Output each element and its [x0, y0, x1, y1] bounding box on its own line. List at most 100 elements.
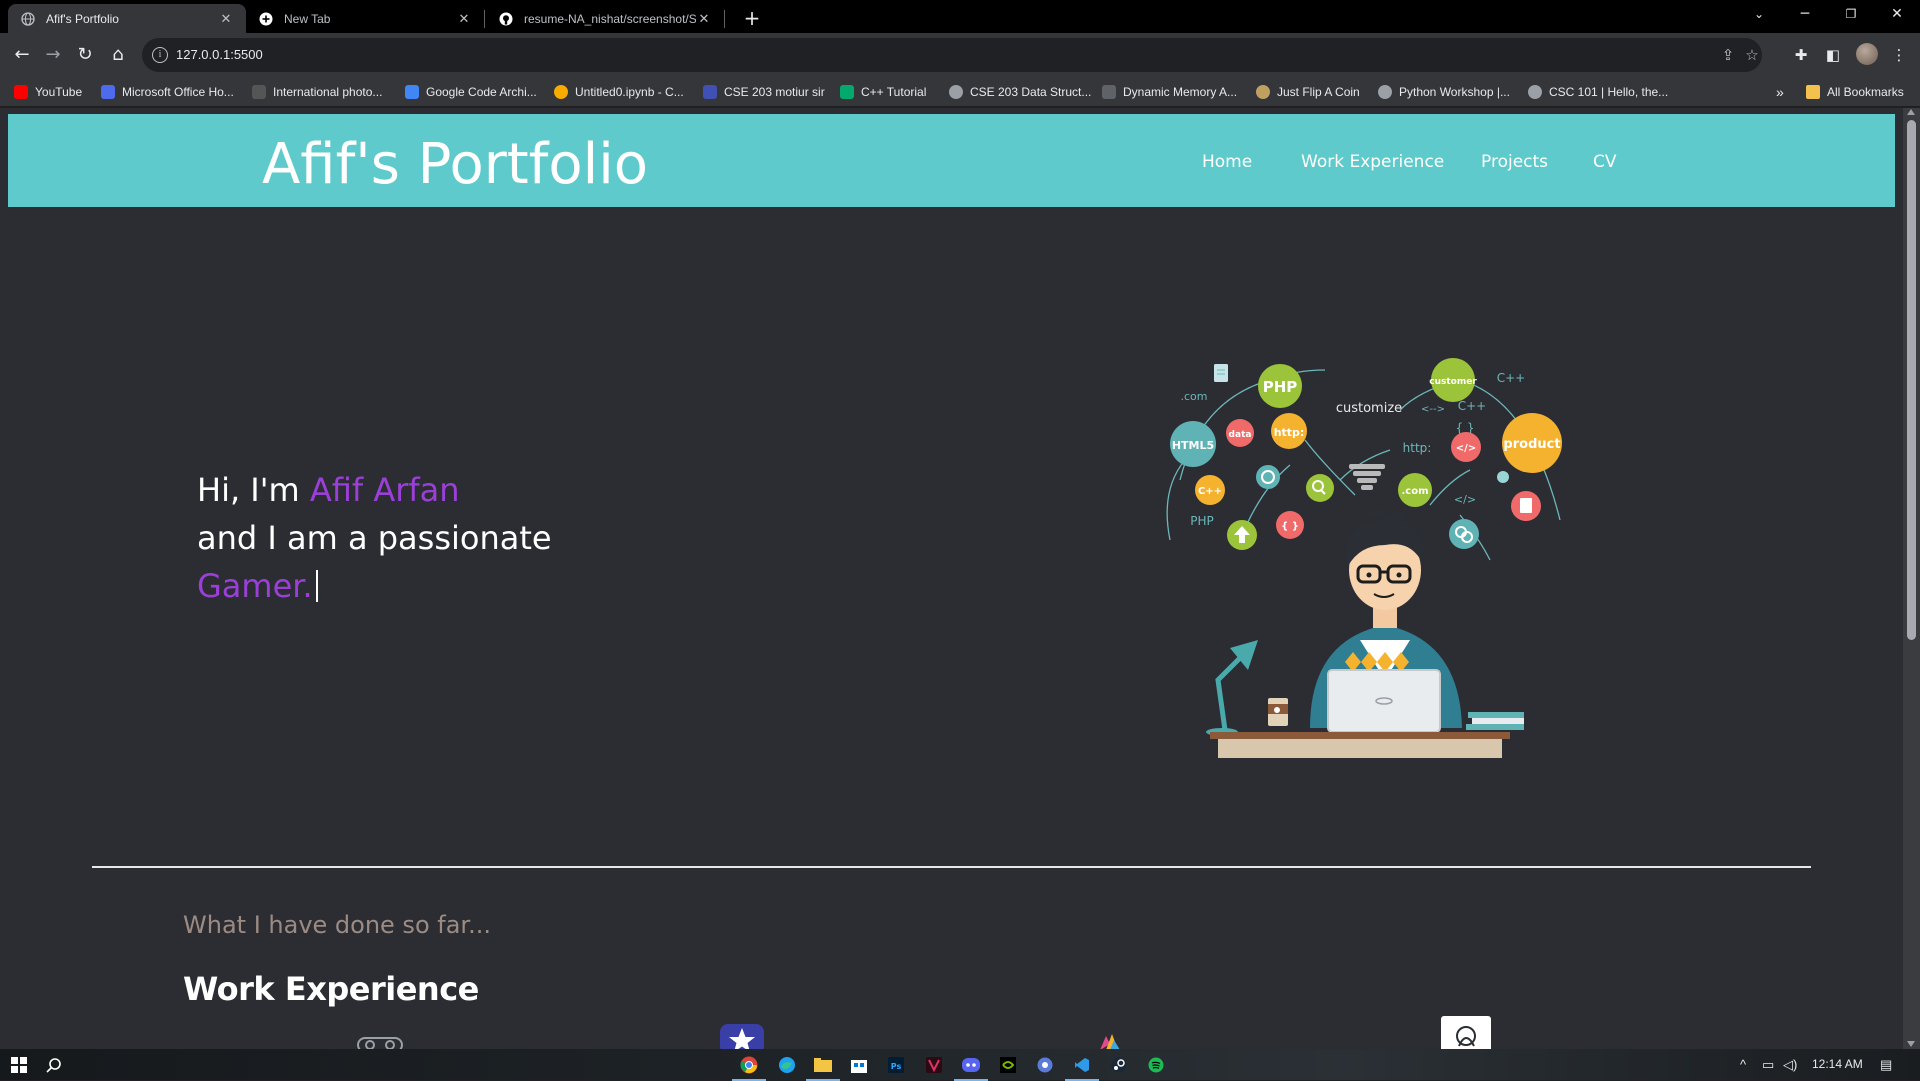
bookmark-item[interactable]: YouTube [14, 83, 82, 101]
colab-icon [554, 85, 568, 99]
app-blue-circle-icon[interactable] [1034, 1054, 1056, 1076]
bookmark-item[interactable]: Microsoft Office Ho... [101, 83, 234, 101]
clock-time[interactable]: 12:14 AM [1812, 1057, 1863, 1071]
tab-github[interactable]: resume-NA_nishat/screenshot/S ✕ [486, 4, 724, 33]
app-v-icon[interactable] [923, 1054, 945, 1076]
close-icon[interactable]: ✕ [696, 11, 712, 27]
extensions-icon[interactable]: ✚ [1788, 42, 1814, 68]
share-icon[interactable]: ⇪ [1718, 45, 1738, 65]
company-logo-3 [1100, 1034, 1120, 1049]
customer-bubble-label: customer [1429, 377, 1477, 387]
html5-bubble-label: HTML5 [1172, 439, 1214, 452]
label-arrows: <--> [1421, 404, 1445, 415]
bookmark-item[interactable]: C++ Tutorial [840, 83, 926, 101]
bookmarks-overflow-button[interactable]: » [1776, 83, 1784, 101]
bookmark-item[interactable]: Google Code Archi... [405, 83, 537, 101]
address-bar[interactable]: i 127.0.0.1:5500 ⇪ ☆ [142, 38, 1762, 72]
tab-separator [484, 10, 485, 28]
new-tab-button[interactable]: + [738, 5, 766, 33]
close-icon[interactable]: ✕ [218, 11, 234, 27]
browser-tabstrip: Afif's Portfolio ✕ New Tab ✕ resume-NA_n… [0, 0, 1920, 33]
bookmark-item[interactable]: Dynamic Memory A... [1102, 83, 1237, 101]
avatar[interactable] [1856, 43, 1878, 65]
tray-overflow-icon[interactable]: ^ [1740, 1057, 1746, 1072]
document-icon [1214, 364, 1228, 382]
close-icon[interactable]: ✕ [456, 11, 472, 27]
bookmark-item[interactable]: Python Workshop |... [1378, 83, 1510, 101]
bookmark-label: C++ Tutorial [861, 85, 927, 99]
section-divider [92, 866, 1811, 868]
photoshop-icon[interactable]: Ps [885, 1054, 907, 1076]
folder-icon [1806, 85, 1820, 99]
nav-projects[interactable]: Projects [1481, 152, 1548, 172]
td-icon [1102, 85, 1116, 99]
windows-taskbar: Ps ^ ▭ ◁) 12:14 AM ▤ [0, 1049, 1920, 1081]
all-bookmarks-folder[interactable]: All Bookmarks [1806, 83, 1904, 101]
hero-text: Hi, I'm Afif Arfan and I am a passionate… [197, 466, 552, 610]
hero-greeting: Hi, I'm [197, 471, 310, 509]
home-button[interactable]: ⌂ [104, 41, 132, 69]
bookmark-item[interactable]: International photo... [252, 83, 382, 101]
pin-bubble [1497, 471, 1509, 483]
office-icon [101, 85, 115, 99]
tab-search-button[interactable]: ⌄ [1736, 0, 1782, 30]
forward-button[interactable]: → [39, 41, 67, 69]
search-icon[interactable] [43, 1054, 65, 1076]
tab-title: New Tab [284, 11, 331, 26]
file-explorer-icon[interactable] [806, 1054, 840, 1081]
network-icon[interactable]: ▭ [1762, 1057, 1774, 1073]
label-customize: customize [1336, 401, 1402, 416]
windows-start-icon[interactable] [8, 1054, 30, 1076]
bookmark-label: International photo... [273, 85, 383, 99]
close-window-button[interactable]: ✕ [1874, 0, 1920, 30]
scroll-down-icon[interactable] [1907, 1041, 1915, 1047]
globe-icon [20, 11, 36, 27]
globe-icon [1528, 85, 1542, 99]
developer-illustration: .com customize <--> C++ C++ http: { } </… [1166, 358, 1562, 758]
tab-title: resume-NA_nishat/screenshot/S [524, 11, 696, 26]
w3schools-icon [840, 85, 854, 99]
side-panel-icon[interactable]: ◧ [1820, 42, 1846, 68]
tab-new-tab[interactable]: New Tab ✕ [246, 4, 484, 33]
vscode-icon[interactable] [1065, 1054, 1099, 1081]
bookmark-label: CSE 203 Data Struct... [970, 85, 1092, 99]
steam-icon[interactable] [1108, 1054, 1130, 1076]
globe-icon [949, 85, 963, 99]
http-bubble-label: http: [1274, 426, 1305, 439]
menu-icon[interactable]: ⋮ [1886, 42, 1912, 68]
bookmark-label: Python Workshop |... [1399, 85, 1510, 99]
bookmark-item[interactable]: CSE 203 Data Struct... [949, 83, 1091, 101]
scrollbar-thumb[interactable] [1907, 120, 1916, 640]
scroll-up-icon[interactable] [1907, 109, 1915, 115]
bookmark-label: CSE 203 motiur sir [724, 85, 825, 99]
bookmark-item[interactable]: Untitled0.ipynb - C... [554, 83, 684, 101]
url-text[interactable]: 127.0.0.1:5500 [176, 47, 263, 62]
github-icon [498, 11, 514, 27]
notifications-icon[interactable]: ▤ [1880, 1057, 1892, 1073]
tab-portfolio[interactable]: Afif's Portfolio ✕ [8, 4, 246, 33]
php-bubble-label: PHP [1263, 378, 1298, 396]
bookmark-star-icon[interactable]: ☆ [1742, 45, 1762, 65]
edge-icon[interactable] [776, 1054, 798, 1076]
minimize-button[interactable]: ─ [1782, 0, 1828, 30]
nav-cv[interactable]: CV [1593, 152, 1617, 172]
com-bubble-label: .com [1401, 486, 1428, 497]
nav-home[interactable]: Home [1202, 152, 1252, 172]
nvidia-icon[interactable] [997, 1054, 1019, 1076]
reload-button[interactable]: ↻ [71, 41, 99, 69]
bookmark-item[interactable]: Just Flip A Coin [1256, 83, 1360, 101]
page-scrollbar[interactable] [1903, 108, 1920, 1049]
info-icon[interactable]: i [152, 47, 168, 63]
nav-work-experience[interactable]: Work Experience [1301, 152, 1444, 172]
store-icon[interactable] [848, 1054, 870, 1076]
back-button[interactable]: ← [8, 41, 36, 69]
bookmark-item[interactable]: CSC 101 | Hello, the... [1528, 83, 1668, 101]
spotify-icon[interactable] [1145, 1054, 1167, 1076]
chrome-icon[interactable] [732, 1054, 766, 1081]
restore-button[interactable]: ❐ [1828, 0, 1874, 30]
discord-icon[interactable] [954, 1054, 988, 1081]
youtube-icon [14, 85, 28, 99]
volume-icon[interactable]: ◁) [1783, 1057, 1797, 1073]
bookmark-item[interactable]: CSE 203 motiur sir [703, 83, 825, 101]
photo-icon [252, 85, 266, 99]
